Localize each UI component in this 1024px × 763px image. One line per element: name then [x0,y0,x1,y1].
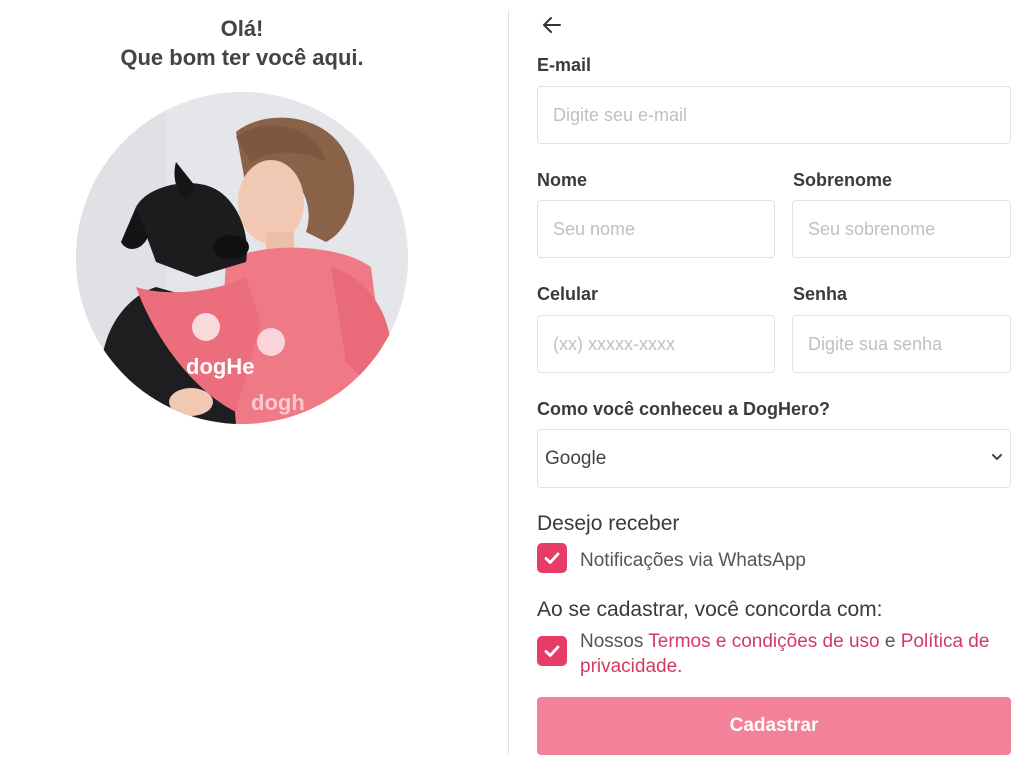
arrow-left-icon [543,17,561,33]
whatsapp-checkbox[interactable] [537,543,567,573]
terms-and: e [879,631,901,652]
back-button[interactable] [537,10,567,40]
checkmark-icon [544,552,560,564]
terms-checkbox[interactable] [537,636,567,666]
panel-divider [508,10,509,755]
phone-input[interactable] [537,315,775,373]
photo-illustration: dogHe dogh [76,92,408,424]
checkmark-icon [544,645,560,657]
source-select-value: Google [545,447,607,469]
terms-prefix: Nossos [580,631,649,652]
password-label: Senha [793,284,848,304]
last-name-input[interactable] [792,200,1011,258]
whatsapp-label: Notificações via WhatsApp [580,550,806,571]
shirt-text: dogh [251,390,305,415]
receive-title: Desejo receber [537,512,680,535]
first-name-input[interactable] [537,200,775,258]
terms-link[interactable]: Termos e condições de uso [648,631,879,652]
email-input[interactable] [537,86,1011,144]
submit-button[interactable]: Cadastrar [537,697,1011,755]
terms-title: Ao se cadastrar, você concorda com: [537,598,883,621]
greeting-subtitle: Que bom ter você aqui. [120,45,364,70]
password-input[interactable] [792,315,1011,373]
bandana-text: dogHe [186,354,254,379]
source-label: Como você conheceu a DogHero? [537,399,831,419]
left-panel: Olá! Que bom ter você aqui. dogHe dogh [0,0,508,763]
terms-suffix: . [677,656,683,677]
email-label: E-mail [537,55,592,75]
profile-photo: dogHe dogh [76,92,408,424]
terms-text: Nossos Termos e condições de uso e Polít… [580,629,1010,679]
greeting-title: Olá! [220,16,264,41]
first-name-label: Nome [537,170,588,190]
last-name-label: Sobrenome [793,170,893,190]
chevron-down-icon [992,454,1002,460]
source-select[interactable]: Google [537,429,1011,488]
phone-label: Celular [537,284,599,304]
